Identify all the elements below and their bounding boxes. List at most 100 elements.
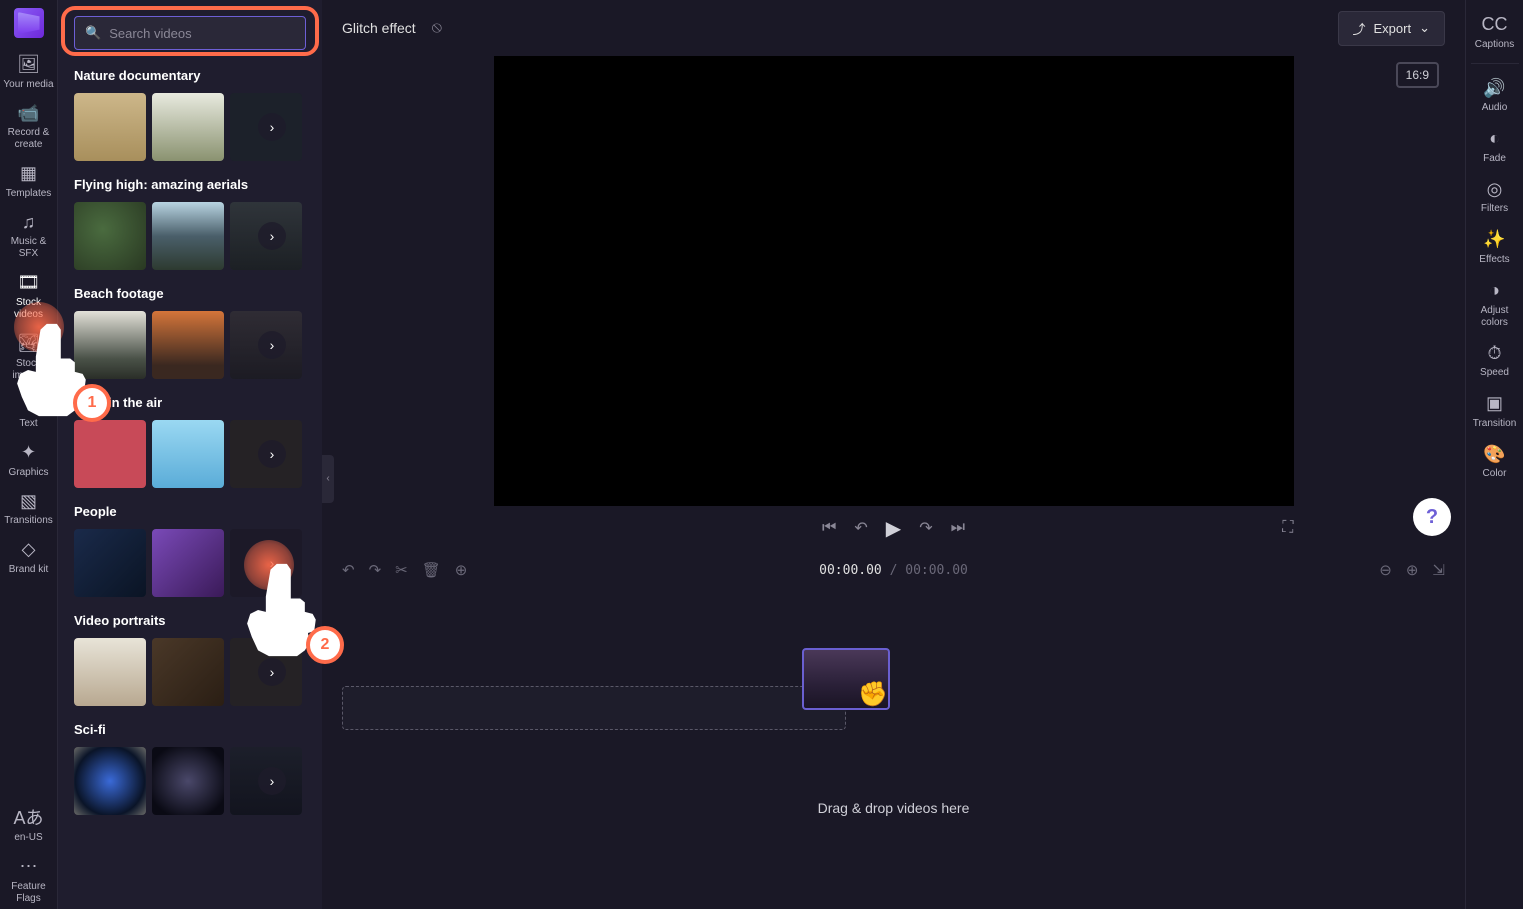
sidebar-item-your-media[interactable]: 🖼Your media	[1, 48, 57, 95]
transitions-icon: ▧	[20, 491, 37, 513]
eraser-icon[interactable]: ⦸	[432, 19, 442, 37]
stock-video-thumbnail[interactable]	[74, 747, 146, 815]
aspect-ratio-button[interactable]: 16:9	[1396, 62, 1439, 88]
sidebar-item-graphics[interactable]: ✦Graphics	[1, 436, 57, 483]
category-next-button[interactable]: ›	[258, 331, 286, 359]
split-button[interactable]: ✂	[395, 561, 408, 579]
timeline-area[interactable]: ✊ Drag & drop videos here	[322, 590, 1465, 909]
category-title: Beach footage	[74, 286, 306, 301]
sidebar-item-stock-images[interactable]: 🏞Stock images	[1, 327, 57, 386]
search-box[interactable]: 🔍	[74, 16, 306, 50]
video-icon: 🎞	[17, 272, 40, 294]
drop-outline	[342, 686, 846, 730]
delete-button[interactable]: 🗑	[422, 561, 441, 579]
video-preview[interactable]	[494, 56, 1294, 506]
sidebar-item-music-sfx[interactable]: ♫Music & SFX	[1, 206, 57, 265]
undo-button[interactable]: ↶	[342, 561, 355, 579]
add-clip-button[interactable]: ⊕	[455, 561, 468, 579]
image-icon: 🏞	[17, 333, 40, 355]
sidebar-item-text[interactable]: TText	[1, 388, 57, 435]
category-next-button[interactable]: ›	[258, 113, 286, 141]
chevron-right-icon: ›	[270, 119, 275, 135]
stock-video-thumbnail[interactable]	[152, 202, 224, 270]
skip-back-button[interactable]: ⏮	[822, 519, 836, 537]
sidebar-item-brand-kit[interactable]: ◇Brand kit	[1, 533, 57, 580]
captions-icon: CC	[1482, 14, 1508, 36]
stock-video-thumbnail[interactable]	[74, 529, 146, 597]
chevron-right-icon: ›	[270, 555, 275, 571]
stock-video-thumbnail[interactable]	[74, 93, 146, 161]
stock-video-thumbnail[interactable]	[74, 638, 146, 706]
category-title: Nature documentary	[74, 68, 306, 83]
category-title: Flying high: amazing aerials	[74, 177, 306, 192]
category-next-button[interactable]: ›	[258, 549, 286, 577]
sidebar-item-speed[interactable]: ⏱Speed	[1467, 337, 1523, 384]
sidebar-item-filters[interactable]: ◎Filters	[1467, 173, 1523, 220]
sidebar-item-audio[interactable]: 🔊Audio	[1467, 72, 1523, 119]
sidebar-item-effects[interactable]: ✨Effects	[1467, 223, 1523, 270]
skip-forward-button[interactable]: ⏭	[951, 519, 965, 537]
category-title: Sci-fi	[74, 722, 306, 737]
sidebar-item-record-create[interactable]: 📹Record & create	[1, 97, 57, 156]
chevron-right-icon: ›	[270, 337, 275, 353]
chevron-right-icon: ›	[270, 228, 275, 244]
left-sidebar: 🖼Your media 📹Record & create ▦Templates …	[0, 0, 58, 909]
stock-video-thumbnail[interactable]	[152, 93, 224, 161]
graphics-icon: ✦	[21, 442, 36, 464]
zoom-in-button[interactable]: ⊕	[1406, 561, 1419, 579]
category-next-button[interactable]: ›	[258, 222, 286, 250]
music-icon: ♫	[22, 212, 36, 234]
project-title[interactable]: Glitch effect	[342, 20, 416, 36]
sidebar-item-transition[interactable]: ▣Transition	[1467, 387, 1523, 434]
sidebar-item-feature-flags[interactable]: ⋯Feature Flags	[1, 850, 57, 909]
stock-video-thumbnail[interactable]	[74, 420, 146, 488]
adjust-colors-icon: ◑	[1489, 280, 1500, 302]
app-logo-icon[interactable]	[14, 8, 44, 38]
fade-icon: ◐	[1489, 128, 1500, 150]
speed-icon: ⏱	[1487, 343, 1501, 365]
stock-video-thumbnail[interactable]	[152, 747, 224, 815]
export-button[interactable]: ⤴ Export ⌄	[1338, 11, 1446, 46]
tutorial-step-badge: 2	[306, 626, 344, 664]
text-icon: T	[23, 394, 34, 416]
sidebar-item-stock-videos[interactable]: 🎞Stock videos	[1, 266, 57, 325]
stock-video-thumbnail[interactable]	[152, 529, 224, 597]
preview-area: 16:9 ⏮ ↶ ▶ ↷ ⏭ ⛶	[322, 56, 1465, 550]
sidebar-item-transitions[interactable]: ▧Transitions	[1, 485, 57, 532]
chevron-right-icon: ›	[270, 664, 275, 680]
stock-video-thumbnail[interactable]	[152, 638, 224, 706]
fullscreen-button[interactable]: ⛶	[1282, 519, 1293, 537]
timeline-drop-zone[interactable]: ✊	[342, 686, 1445, 730]
forward-button[interactable]: ↷	[919, 518, 932, 538]
stock-categories-list[interactable]: Nature documentary › Flying high: amazin…	[58, 60, 322, 909]
stock-video-thumbnail[interactable]	[74, 311, 146, 379]
sidebar-item-adjust-colors[interactable]: ◑Adjust colors	[1467, 274, 1523, 333]
category-next-button[interactable]: ›	[258, 767, 286, 795]
play-button[interactable]: ▶	[886, 516, 901, 541]
chevron-right-icon: ›	[270, 773, 275, 789]
rewind-button[interactable]: ↶	[854, 518, 867, 538]
stock-video-thumbnail[interactable]	[74, 202, 146, 270]
sidebar-item-captions[interactable]: CCCaptions	[1467, 8, 1523, 55]
redo-button[interactable]: ↷	[369, 561, 382, 579]
more-icon: ⋯	[20, 856, 38, 878]
chevron-right-icon: ›	[270, 446, 275, 462]
sidebar-item-fade[interactable]: ◐Fade	[1467, 122, 1523, 169]
zoom-out-button[interactable]: ⊖	[1379, 561, 1392, 579]
stock-video-thumbnail[interactable]	[152, 420, 224, 488]
chevron-down-icon: ⌄	[1419, 20, 1430, 36]
right-sidebar: CCCaptions 🔊Audio ◐Fade ◎Filters ✨Effect…	[1465, 0, 1523, 909]
main-area: Glitch effect ⦸ ⤴ Export ⌄ 16:9 ⏮ ↶ ▶ ↷ …	[322, 0, 1465, 909]
sidebar-item-templates[interactable]: ▦Templates	[1, 157, 57, 204]
sidebar-item-color[interactable]: 🎨Color	[1467, 438, 1523, 485]
filters-icon: ◎	[1487, 179, 1503, 201]
search-input[interactable]	[109, 26, 295, 41]
category-next-button[interactable]: ›	[258, 440, 286, 468]
category-next-button[interactable]: ›	[258, 658, 286, 686]
category-title: Video portraits	[74, 613, 306, 628]
fit-timeline-button[interactable]: ⇲	[1432, 561, 1445, 579]
top-bar: Glitch effect ⦸ ⤴ Export ⌄	[322, 0, 1465, 56]
stock-video-thumbnail[interactable]	[152, 311, 224, 379]
help-button[interactable]: ?	[1413, 498, 1451, 536]
sidebar-item-language[interactable]: Aあen-US	[1, 802, 57, 849]
